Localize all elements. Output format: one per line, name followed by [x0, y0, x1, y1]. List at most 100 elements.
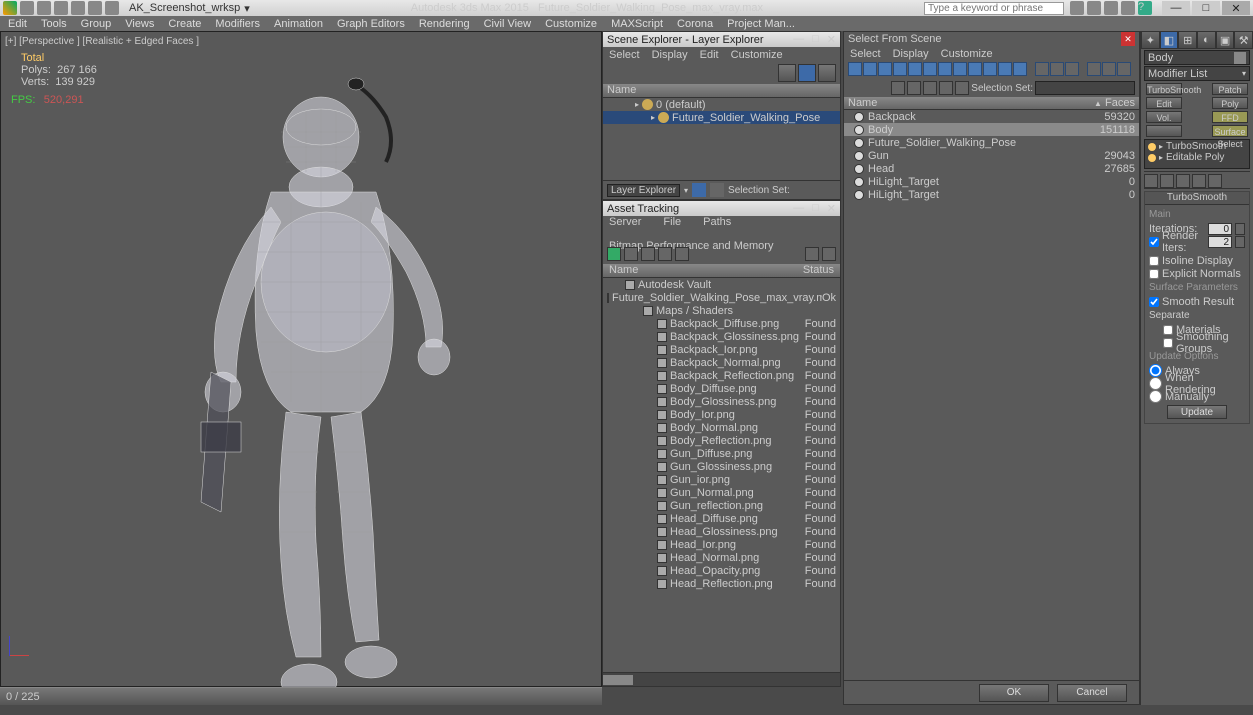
se-menu-edit[interactable]: Edit [700, 49, 719, 61]
filter-more-icon[interactable] [818, 64, 836, 82]
explicit-normals-check[interactable] [1149, 269, 1159, 279]
modifier-list-dropdown[interactable]: Modifier List▾ [1144, 66, 1250, 81]
asset-row[interactable]: Head_Diffuse.pngFound [603, 512, 840, 525]
new-icon[interactable] [20, 1, 34, 15]
close-icon[interactable]: ✕ [1121, 32, 1135, 46]
asset-row[interactable]: Head_Glossiness.pngFound [603, 525, 840, 538]
menu-create[interactable]: Create [168, 18, 201, 30]
when-rendering-radio[interactable] [1149, 377, 1162, 390]
panel-max-icon[interactable]: □ [812, 202, 819, 215]
menu-animation[interactable]: Animation [274, 18, 323, 30]
se-menu-select[interactable]: Select [609, 49, 640, 61]
col-faces[interactable]: Faces [1105, 97, 1135, 109]
menu-group[interactable]: Group [81, 18, 112, 30]
object-row[interactable]: Backpack59320 [844, 110, 1139, 123]
asset-row[interactable]: Gun_ior.pngFound [603, 473, 840, 486]
asset-row[interactable]: Body_Reflection.pngFound [603, 434, 840, 447]
f-cont-icon[interactable] [998, 62, 1012, 76]
panel-max-icon[interactable]: □ [812, 33, 819, 46]
mod-btn[interactable]: Surface Select [1212, 125, 1248, 137]
se-menu-customize[interactable]: Customize [731, 49, 783, 61]
cancel-button[interactable]: Cancel [1057, 684, 1127, 702]
filter-name-icon[interactable] [798, 64, 816, 82]
asset-row[interactable]: Backpack_Normal.pngFound [603, 356, 840, 369]
object-row[interactable]: HiLight_Target0 [844, 188, 1139, 201]
f-all-icon[interactable] [848, 62, 862, 76]
v-cfg-icon[interactable] [1117, 62, 1131, 76]
manually-radio[interactable] [1149, 390, 1162, 403]
footer-btn1-icon[interactable] [692, 183, 706, 197]
mod-btn[interactable]: FFD Select [1212, 111, 1248, 123]
display-tab-icon[interactable]: ▣ [1216, 31, 1235, 49]
at-btn3-icon[interactable] [641, 247, 655, 261]
mod-btn[interactable]: TurboSmooth [1146, 83, 1182, 95]
asset-row[interactable]: Gun_Diffuse.pngFound [603, 447, 840, 460]
help-sat-icon[interactable] [1087, 1, 1101, 15]
menu-customize[interactable]: Customize [545, 18, 597, 30]
color-swatch[interactable] [1234, 52, 1246, 64]
iter-spinner[interactable] [1235, 223, 1245, 235]
panel-close-icon[interactable]: ✕ [827, 202, 836, 215]
at-menu-paths[interactable]: Paths [703, 216, 731, 228]
layer-row[interactable]: ▸Future_Soldier_Walking_Pose [603, 111, 840, 124]
asset-row[interactable]: Body_Normal.pngFound [603, 421, 840, 434]
asset-row[interactable]: Autodesk Vault [603, 278, 840, 291]
layer-tree[interactable]: Name ▸0 (default)▸Future_Soldier_Walking… [603, 84, 840, 180]
asset-row[interactable]: Gun_Normal.pngFound [603, 486, 840, 499]
menu-corona[interactable]: Corona [677, 18, 713, 30]
asset-row[interactable]: Gun_reflection.pngFound [603, 499, 840, 512]
rollout-header[interactable]: TurboSmooth [1145, 192, 1249, 205]
always-radio[interactable] [1149, 364, 1162, 377]
axis-gizmo-icon[interactable] [9, 626, 39, 656]
horizontal-scrollbar[interactable] [603, 672, 840, 686]
ss-menu-display[interactable]: Display [893, 48, 929, 60]
menu-civil-view[interactable]: Civil View [484, 18, 531, 30]
object-row[interactable]: HiLight_Target0 [844, 175, 1139, 188]
f-grp-icon[interactable] [953, 62, 967, 76]
at-menu-file[interactable]: File [663, 216, 681, 228]
col-status[interactable]: Status [803, 264, 834, 277]
ss-b4-icon[interactable] [939, 81, 953, 95]
asset-row[interactable]: Maps / Shaders [603, 304, 840, 317]
help-net-icon[interactable] [1104, 1, 1118, 15]
asset-row[interactable]: Body_Ior.pngFound [603, 408, 840, 421]
search-input[interactable] [924, 2, 1064, 15]
col-name[interactable]: Name [848, 97, 877, 109]
f-bone-icon[interactable] [983, 62, 997, 76]
footer-btn2-icon[interactable] [710, 183, 724, 197]
materials-check[interactable] [1163, 325, 1173, 335]
mod-btn[interactable]: Edit Poly [1146, 97, 1182, 109]
motion-tab-icon[interactable]: ◐ [1197, 31, 1216, 49]
help-icon[interactable]: ? [1138, 1, 1152, 15]
panel-min-icon[interactable]: — [793, 202, 804, 215]
update-button[interactable]: Update [1167, 405, 1227, 419]
modify-tab-icon[interactable]: ◧ [1160, 31, 1179, 49]
mod-btn[interactable]: Vol. Select [1146, 111, 1182, 123]
mod-btn[interactable]: Patch Select [1212, 83, 1248, 95]
asset-row[interactable]: Body_Diffuse.pngFound [603, 382, 840, 395]
iterations-field[interactable]: 0 [1208, 223, 1232, 235]
create-tab-icon[interactable]: ✦ [1141, 31, 1160, 49]
mod-btn[interactable]: Poly Select [1212, 97, 1248, 109]
object-row[interactable]: Gun29043 [844, 149, 1139, 162]
config-icon[interactable] [1208, 174, 1222, 188]
menu-project-man-[interactable]: Project Man... [727, 18, 795, 30]
at-btn2-icon[interactable] [624, 247, 638, 261]
ss-b1-icon[interactable] [891, 81, 905, 95]
smoothing-groups-check[interactable] [1163, 338, 1173, 348]
asset-row[interactable]: Backpack_Diffuse.pngFound [603, 317, 840, 330]
f-xref-icon[interactable] [968, 62, 982, 76]
asset-row[interactable]: Body_Glossiness.pngFound [603, 395, 840, 408]
bulb-icon[interactable] [1148, 143, 1156, 151]
render-iters-field[interactable]: 2 [1208, 236, 1232, 248]
f-light-icon[interactable] [893, 62, 907, 76]
rend-spinner[interactable] [1235, 236, 1245, 248]
ss-b2-icon[interactable] [907, 81, 921, 95]
render-iters-check[interactable] [1149, 237, 1159, 247]
asset-row[interactable]: Head_Ior.pngFound [603, 538, 840, 551]
v-tree-icon[interactable] [1050, 62, 1064, 76]
object-row[interactable]: Body151118 [844, 123, 1139, 136]
asset-row[interactable]: Head_Reflection.pngFound [603, 577, 840, 590]
asset-row[interactable]: Head_Normal.pngFound [603, 551, 840, 564]
f-geom-icon[interactable] [863, 62, 877, 76]
